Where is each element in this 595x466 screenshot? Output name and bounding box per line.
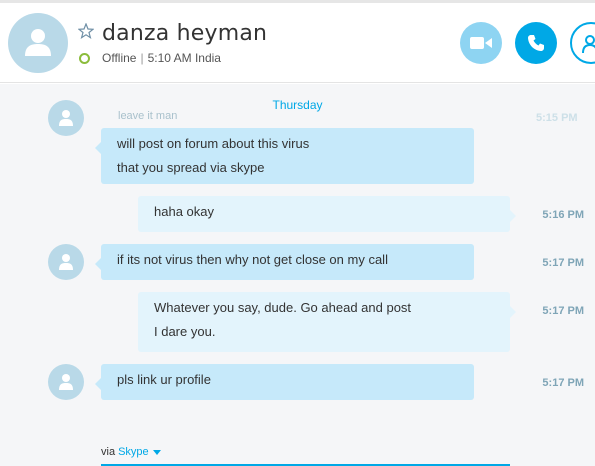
add-people-button[interactable] [570,22,595,64]
phone-icon [528,35,544,51]
default-user-icon [25,29,51,56]
date-separator: Thursday [272,98,323,112]
incoming-message[interactable]: if its not virus then why not get close … [95,244,474,280]
contact-avatar-small[interactable] [48,244,84,280]
service-name[interactable]: Skype [118,446,149,458]
send-via-selector[interactable]: via Skype [101,446,161,458]
message-timestamp: 5:17 PM [542,257,584,269]
add-person-icon [582,35,595,54]
conversation-pane[interactable]: leave it man 5:15 PM Thursday will post … [0,84,595,466]
message-line: haha okay [154,204,214,219]
message-line: I dare you. [154,324,216,339]
faded-message-time: 5:15 PM [536,112,578,124]
contact-avatar[interactable] [8,13,68,73]
video-camera-icon [470,37,492,49]
outgoing-message[interactable]: haha okay [138,196,516,232]
message-timestamp: 5:16 PM [542,209,584,221]
chevron-down-icon[interactable] [152,449,161,455]
conversation-header: danza heyman Offline | 5:10 AM India [0,3,595,83]
message-line: pls link ur profile [117,372,211,387]
message-line: if its not virus then why not get close … [117,252,388,267]
message-line: will post on forum about this virus [117,136,310,151]
presence-status-icon [79,53,90,64]
contact-avatar-small[interactable] [48,364,84,400]
contact-local-time: 5:10 AM India [147,51,221,65]
message-line: Whatever you say, dude. Go ahead and pos… [154,300,412,315]
default-user-icon [59,374,73,390]
incoming-message[interactable]: will post on forum about this virus that… [95,128,474,184]
message-line: that you spread via skype [117,160,265,175]
status-separator: | [140,51,144,65]
via-label: via [101,446,116,458]
audio-call-button[interactable] [515,22,557,64]
default-user-icon [59,254,73,270]
video-call-button[interactable] [460,22,502,64]
outgoing-message[interactable]: Whatever you say, dude. Go ahead and pos… [138,292,516,352]
incoming-message[interactable]: pls link ur profile [95,364,474,400]
message-timestamp: 5:17 PM [542,305,584,317]
contact-name[interactable]: danza heyman [102,21,267,46]
favorite-star-icon[interactable] [78,23,94,39]
presence-status-text: Offline [102,51,137,65]
message-timestamp: 5:17 PM [542,377,584,389]
contact-status-line: Offline | 5:10 AM India [102,51,221,65]
